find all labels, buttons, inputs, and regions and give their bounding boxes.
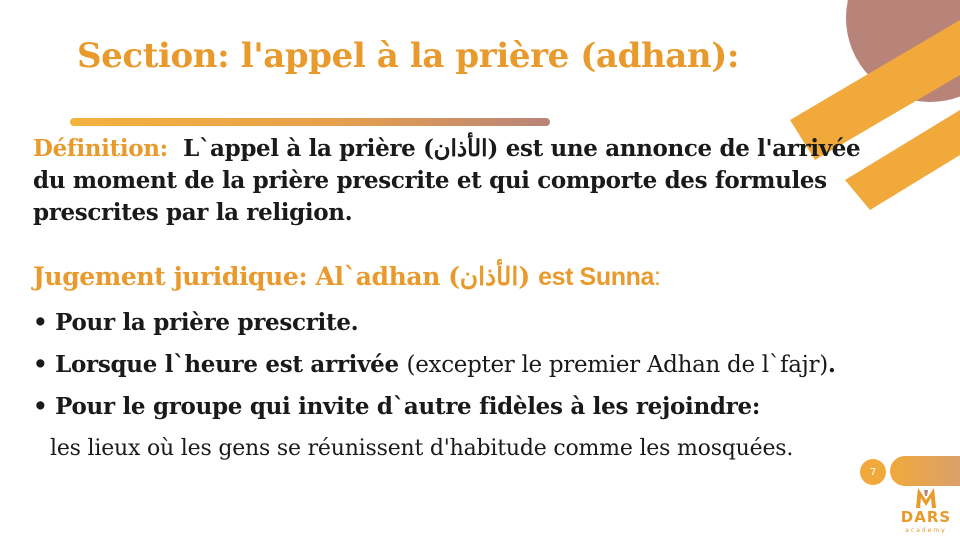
- title-underline: [70, 118, 550, 126]
- definition-line-3: prescrites par la religion.: [33, 199, 353, 226]
- dars-logo-icon: [916, 488, 936, 508]
- dars-logo: DARS academy: [896, 486, 956, 540]
- bullet-end: .: [827, 351, 836, 378]
- bullet-item: • Lorsque l`heure est arrivée (excepter …: [33, 351, 836, 378]
- bullet-text: Pour la prière prescrite.: [55, 309, 359, 336]
- slide-title: Section: l'appel à la prière (adhan):: [77, 36, 740, 76]
- bullet-item: • Pour le groupe qui invite d`autre fidè…: [33, 393, 761, 420]
- page-number: 7: [869, 466, 877, 478]
- definition-label: Définition:: [33, 135, 168, 162]
- bullet-item: • Pour la prière prescrite.: [33, 309, 359, 336]
- logo-subtitle: academy: [905, 527, 947, 534]
- definition-text-1: L`appel à la prière (الأذان) est une ann…: [183, 135, 861, 162]
- bullet-note: (excepter le premier Adhan de l`fajr): [406, 352, 829, 378]
- places-text: les lieux où les gens se réunissent d'ha…: [50, 436, 794, 461]
- bullet-text: Pour le groupe qui invite d`autre fidèle…: [55, 393, 761, 420]
- definition-paragraph: Définition: L`appel à la prière (الأذان)…: [33, 133, 861, 229]
- logo-name: DARS: [900, 508, 952, 526]
- bottom-bar-shape: [890, 456, 960, 486]
- slide: Section: l'appel à la prière (adhan): Dé…: [0, 0, 960, 540]
- judgement-value: est Sunna: [538, 263, 654, 291]
- definition-line-2: du moment de la prière prescrite et qui …: [33, 167, 827, 194]
- bullet-text: Lorsque l`heure est arrivée: [55, 351, 399, 378]
- judgement-heading: Jugement juridique: Al`adhan (الأذان) es…: [33, 262, 661, 292]
- definition-line-1: Définition: L`appel à la prière (الأذان)…: [33, 133, 861, 165]
- page-number-badge: 7: [860, 459, 886, 485]
- judgement-colon: :: [653, 263, 661, 291]
- judgement-label: Jugement juridique: Al`adhan (الأذان): [33, 262, 530, 291]
